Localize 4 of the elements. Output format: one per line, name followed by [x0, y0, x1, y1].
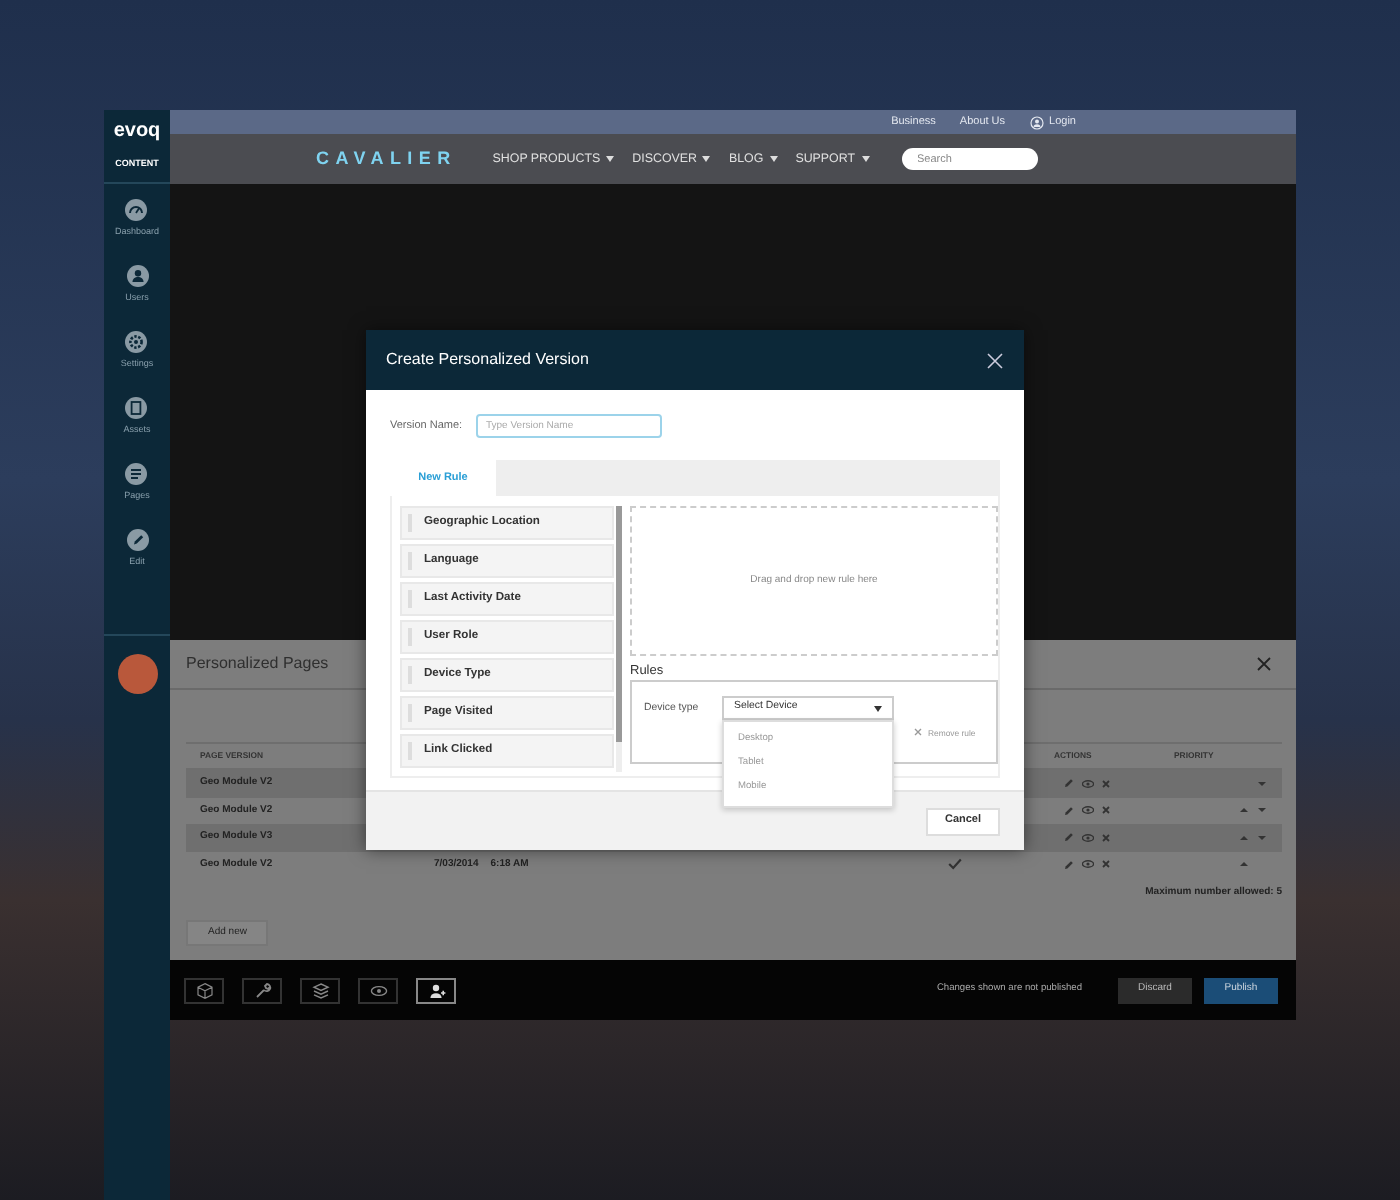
panel-title: Personalized Pages	[186, 652, 329, 676]
brand-logo: CAVALIER	[316, 145, 457, 172]
modal-title: Create Personalized Version	[386, 348, 589, 372]
logo-text: evoq	[113, 120, 161, 144]
